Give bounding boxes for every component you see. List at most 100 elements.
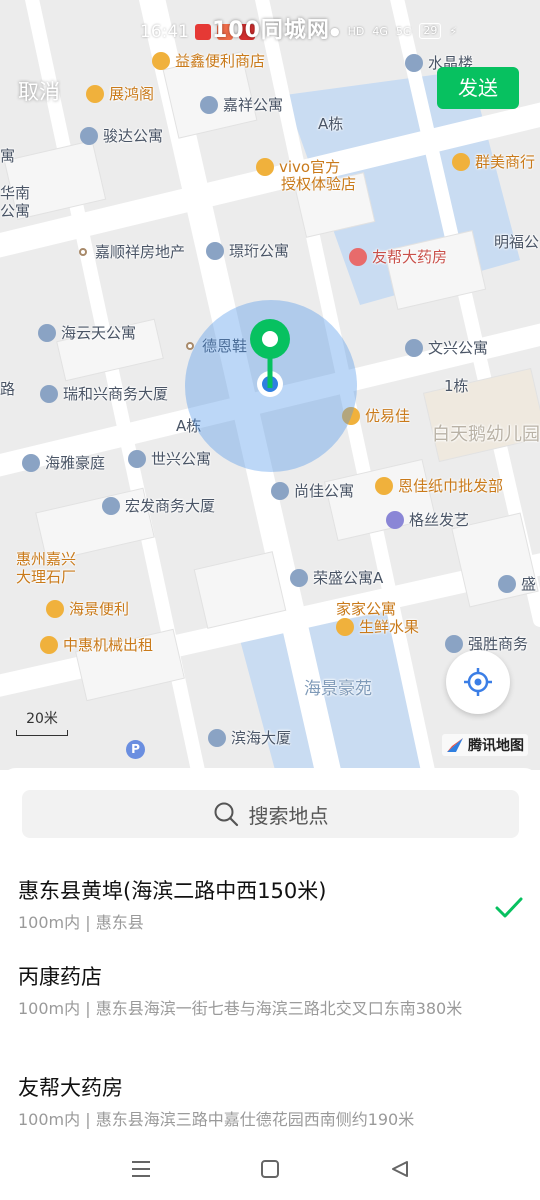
- poi-label: 世兴公寓: [151, 450, 212, 468]
- poi-marker-icon: [349, 247, 367, 266]
- poi-marker-icon: [22, 453, 40, 472]
- map-poi[interactable]: 大理石厂: [16, 566, 76, 587]
- result-item[interactable]: 友帮大药房 100m内 | 惠东县海滨三路中嘉仕德花园西南侧约190米: [18, 1073, 518, 1133]
- map-poi[interactable]: 骏达公寓: [80, 125, 163, 146]
- poi-label: 海景便利: [69, 600, 130, 618]
- poi-label: 瑞和兴商务大厦: [63, 385, 169, 403]
- result-name: 丙康药店: [18, 965, 102, 989]
- status-time: 16:41: [140, 22, 189, 42]
- poi-label: 授权体验店: [281, 175, 357, 193]
- send-button[interactable]: 发送: [437, 67, 519, 109]
- map-poi[interactable]: 滨海大厦: [208, 727, 291, 748]
- poi-marker-icon: [452, 152, 470, 171]
- result-item[interactable]: 惠东县黄埠(海滨二路中西150米) 100m内 | 惠东县: [18, 876, 518, 936]
- map-poi[interactable]: 世兴公寓: [128, 448, 211, 469]
- map-view[interactable]: 益鑫便利商店 水晶楼 展鸿阁 嘉祥公寓 A栋 骏达公寓寓 vivo官方 授权体验店 群美商行 华南…: [0, 0, 540, 770]
- map-poi[interactable]: 益鑫便利商店: [152, 50, 265, 71]
- map-poi[interactable]: 璟珩公寓: [206, 240, 289, 261]
- poi-marker-icon: [40, 635, 58, 654]
- poi-label: 宏发商务大厦: [125, 497, 216, 515]
- map-poi[interactable]: A栋: [318, 113, 343, 134]
- watermark: 100同城网: [212, 18, 330, 43]
- search-bar[interactable]: 搜索地点: [22, 790, 519, 838]
- map-poi[interactable]: 明福公: [494, 231, 539, 252]
- poi-marker-icon: [405, 53, 423, 72]
- poi-label: 恩佳纸巾批发部: [398, 477, 504, 495]
- map-poi[interactable]: 荣盛公寓A: [290, 567, 383, 588]
- poi-label: 格丝发艺: [409, 511, 470, 529]
- result-item[interactable]: 丙康药店 100m内 | 惠东县海滨一街七巷与海滨三路北交叉口东南380米: [18, 962, 518, 1022]
- poi-marker-icon: [80, 126, 98, 145]
- poi-label: 1栋: [444, 377, 469, 395]
- map-poi[interactable]: 友帮大药房: [349, 246, 447, 267]
- map-poi[interactable]: 寓: [0, 145, 15, 166]
- map-poi[interactable]: 格丝发艺: [386, 509, 469, 530]
- result-address: 100m内 | 惠东县海滨一街七巷与海滨三路北交叉口东南380米: [18, 999, 463, 1018]
- map-poi[interactable]: 恩佳纸巾批发部: [375, 475, 503, 496]
- poi-label: 盛: [521, 575, 537, 593]
- system-nav-bar: [0, 1140, 540, 1200]
- poi-label: 荣盛公寓A: [313, 569, 384, 587]
- map-poi[interactable]: 瑞和兴商务大厦: [40, 383, 168, 404]
- poi-label: 海雅豪庭: [45, 454, 106, 472]
- map-poi[interactable]: 盛: [498, 573, 536, 594]
- back-icon[interactable]: [385, 1154, 415, 1184]
- poi-marker-icon: [405, 338, 423, 357]
- poi-label: 嘉祥公寓: [223, 96, 284, 114]
- poi-label: 海云天公寓: [61, 324, 137, 342]
- video-app-icon: [195, 24, 211, 40]
- location-pin-icon[interactable]: [249, 318, 291, 398]
- map-poi[interactable]: 路: [0, 378, 15, 399]
- map-poi[interactable]: 尚佳公寓: [271, 480, 354, 501]
- hd-icon: HD: [347, 24, 365, 38]
- poi-label: 友帮大药房: [372, 248, 448, 266]
- map-poi[interactable]: 海景便利: [46, 598, 129, 619]
- search-placeholder: 搜索地点: [248, 803, 329, 828]
- menu-icon[interactable]: [126, 1154, 156, 1184]
- map-poi[interactable]: 生鲜水果: [336, 616, 419, 637]
- poi-marker-icon: [128, 449, 146, 468]
- map-poi[interactable]: 授权体验店: [281, 173, 356, 194]
- poi-label: 展鸿阁: [109, 85, 155, 103]
- locate-me-button[interactable]: [446, 650, 510, 714]
- poi-label: 中惠机械出租: [63, 636, 154, 654]
- map-poi[interactable]: 公寓: [0, 200, 30, 221]
- poi-marker-icon: [152, 51, 170, 70]
- poi-label: 白天鹅幼儿园: [432, 424, 540, 445]
- map-poi[interactable]: 白天鹅幼儿园: [432, 420, 540, 446]
- home-icon[interactable]: [255, 1154, 285, 1184]
- poi-label: 尚佳公寓: [294, 482, 355, 500]
- 5g-signal-icon: 5G: [395, 24, 412, 38]
- map-poi[interactable]: 文兴公寓: [405, 337, 488, 358]
- poi-label: 群美商行: [475, 153, 536, 171]
- poi-label: 益鑫便利商店: [175, 52, 266, 70]
- map-poi[interactable]: 海雅豪庭: [22, 452, 105, 473]
- poi-marker-icon: [38, 323, 56, 342]
- poi-label: 嘉顺祥房地产: [95, 243, 186, 261]
- map-poi[interactable]: 嘉祥公寓: [200, 94, 283, 115]
- poi-marker-icon: [46, 599, 64, 618]
- map-poi[interactable]: 中惠机械出租: [40, 634, 153, 655]
- cancel-button[interactable]: 取消: [18, 76, 60, 106]
- poi-marker-icon: [336, 617, 354, 636]
- poi-label: 滨海大厦: [231, 729, 292, 747]
- poi-label: 大理石厂: [16, 568, 77, 586]
- poi-label: 璟珩公寓: [229, 242, 290, 260]
- poi-label: 寓: [0, 147, 16, 165]
- map-poi[interactable]: 群美商行: [452, 151, 535, 172]
- result-name: 友帮大药房: [18, 1076, 123, 1100]
- map-poi[interactable]: 展鸿阁: [86, 83, 154, 104]
- poi-marker-icon: [200, 95, 218, 114]
- provider-label: 腾讯地图: [468, 738, 524, 754]
- search-icon: [214, 802, 238, 827]
- map-poi[interactable]: 宏发商务大厦: [102, 495, 215, 516]
- map-poi[interactable]: 1栋: [444, 375, 469, 396]
- poi-label: A栋: [318, 115, 344, 133]
- poi-marker-icon: [375, 476, 393, 495]
- map-poi[interactable]: 海景豪苑: [304, 674, 372, 699]
- scale-label: 20米: [26, 711, 58, 727]
- map-poi[interactable]: 海云天公寓: [38, 322, 136, 343]
- map-poi[interactable]: 嘉顺祥房地产: [79, 241, 185, 262]
- poi-marker-icon: [86, 84, 104, 103]
- poi-label: 文兴公寓: [428, 339, 489, 357]
